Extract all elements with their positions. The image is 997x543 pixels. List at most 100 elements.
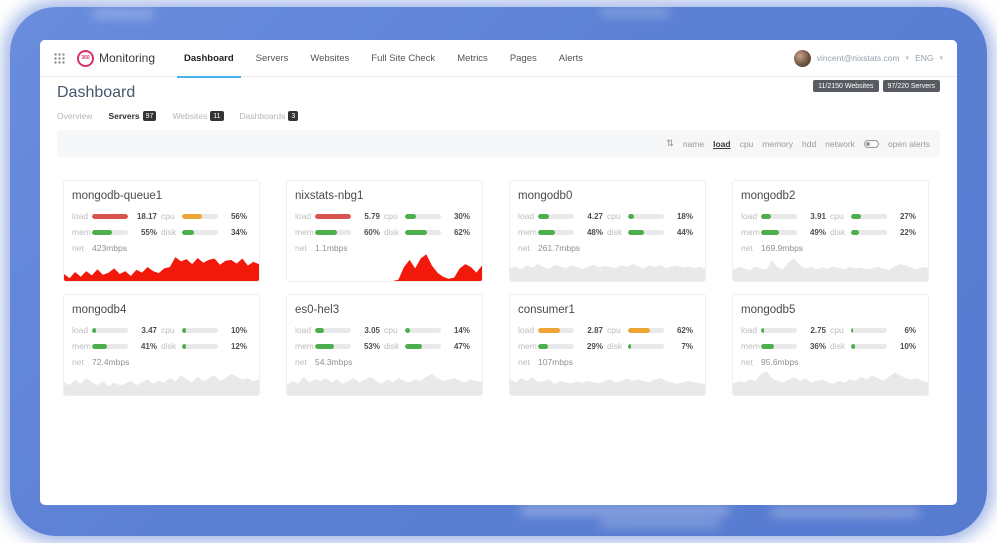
nav-item-metrics[interactable]: Metrics — [446, 40, 499, 77]
nav-item-websites[interactable]: Websites — [299, 40, 360, 77]
servers-count-badge[interactable]: 97/220 Servers — [883, 80, 940, 92]
mem-bar — [92, 230, 128, 235]
disk-value: 7% — [668, 342, 693, 351]
tab-label: Websites — [172, 111, 207, 121]
disk-value: 44% — [668, 228, 693, 237]
cpu-bar — [405, 214, 441, 219]
server-name: mongodb2 — [733, 181, 928, 202]
light-streak — [770, 508, 920, 517]
open-alerts-toggle[interactable] — [864, 140, 879, 148]
cpu-label: cpu — [830, 325, 847, 335]
sort-by-cpu[interactable]: cpu — [740, 139, 754, 149]
nav-item-alerts[interactable]: Alerts — [548, 40, 594, 77]
load-label: load — [295, 325, 311, 335]
tab-websites[interactable]: Websites 11 — [172, 111, 223, 121]
sort-by-name[interactable]: name — [683, 139, 704, 149]
server-metrics: load 2.75 cpu 6% mem 36% disk 10% net 95… — [741, 325, 916, 367]
cpu-value: 14% — [445, 326, 470, 335]
mem-value: 60% — [355, 228, 380, 237]
nav-item-servers[interactable]: Servers — [245, 40, 300, 77]
sort-by-load[interactable]: load — [713, 139, 730, 149]
websites-count-badge[interactable]: 11/2150 Websites — [813, 80, 878, 92]
load-label: load — [295, 211, 311, 221]
open-alerts-label[interactable]: open alerts — [888, 139, 930, 149]
disk-bar — [182, 344, 218, 349]
disk-label: disk — [161, 227, 178, 237]
server-card[interactable]: mongodb0 load 4.27 cpu 18% mem 48% disk … — [509, 180, 706, 282]
sparkline-chart — [64, 365, 259, 395]
server-card[interactable]: mongodb4 load 3.47 cpu 10% mem 41% disk … — [63, 294, 260, 396]
cpu-bar — [851, 328, 887, 333]
load-bar — [538, 328, 574, 333]
disk-bar — [851, 344, 887, 349]
server-card[interactable]: mongodb5 load 2.75 cpu 6% mem 36% disk 1… — [732, 294, 929, 396]
server-metrics: load 4.27 cpu 18% mem 48% disk 44% net 2… — [518, 211, 693, 253]
load-label: load — [518, 325, 534, 335]
nav-item-pages[interactable]: Pages — [499, 40, 548, 77]
load-bar — [315, 214, 351, 219]
user-avatar[interactable] — [794, 50, 811, 67]
load-bar — [538, 214, 574, 219]
load-value: 2.87 — [578, 326, 603, 335]
server-card[interactable]: mongodb2 load 3.91 cpu 27% mem 49% disk … — [732, 180, 929, 282]
disk-label: disk — [384, 341, 401, 351]
server-card[interactable]: mongodb-queue1 load 18.17 cpu 56% mem 55… — [63, 180, 260, 282]
nav-item-dashboard[interactable]: Dashboard — [173, 40, 245, 77]
server-name: es0-hel3 — [287, 295, 482, 316]
page-title: Dashboard — [57, 84, 135, 102]
server-name: mongodb4 — [64, 295, 259, 316]
chevron-down-icon: ▾ — [939, 54, 943, 62]
top-navbar: 360 Monitoring Dashboard Servers Website… — [40, 40, 957, 77]
load-label: load — [72, 325, 88, 335]
tab-dashboards[interactable]: Dashboards 3 — [240, 111, 299, 121]
mem-value: 49% — [801, 228, 826, 237]
dashboard-tabs: Overview Servers 97 Websites 11 Dashboar… — [57, 111, 298, 121]
sort-by-network[interactable]: network — [825, 139, 855, 149]
cpu-value: 27% — [891, 212, 916, 221]
sparkline-chart — [287, 365, 482, 395]
brand-logo-icon[interactable]: 360 — [77, 50, 94, 67]
cpu-label: cpu — [161, 325, 178, 335]
server-card[interactable]: consumer1 load 2.87 cpu 62% mem 29% disk… — [509, 294, 706, 396]
disk-value: 10% — [891, 342, 916, 351]
load-label: load — [518, 211, 534, 221]
cpu-label: cpu — [161, 211, 178, 221]
language-select[interactable]: ENG — [915, 53, 933, 63]
mem-bar — [315, 230, 351, 235]
tab-servers[interactable]: Servers 97 — [108, 111, 156, 121]
server-metrics: load 3.47 cpu 10% mem 41% disk 12% net 7… — [72, 325, 247, 367]
tab-count-badge: 97 — [143, 111, 157, 121]
brand-name[interactable]: Monitoring — [99, 51, 155, 65]
tab-overview[interactable]: Overview — [57, 111, 92, 121]
cpu-value: 62% — [668, 326, 693, 335]
nav-item-full-site-check[interactable]: Full Site Check — [360, 40, 446, 77]
mem-label: mem — [518, 341, 534, 351]
load-value: 3.47 — [132, 326, 157, 335]
mem-bar — [92, 344, 128, 349]
cpu-value: 10% — [222, 326, 247, 335]
light-streak — [600, 520, 720, 527]
cpu-bar — [851, 214, 887, 219]
disk-value: 62% — [445, 228, 470, 237]
server-card[interactable]: es0-hel3 load 3.05 cpu 14% mem 53% disk … — [286, 294, 483, 396]
server-card[interactable]: nixstats-nbg1 load 5.79 cpu 30% mem 60% … — [286, 180, 483, 282]
disk-bar — [851, 230, 887, 235]
user-menu[interactable]: vincent@nixstats.com — [817, 53, 900, 63]
sort-by-memory[interactable]: memory — [762, 139, 793, 149]
cpu-label: cpu — [830, 211, 847, 221]
sparkline-chart — [733, 365, 928, 395]
apps-grid-icon[interactable] — [54, 53, 65, 64]
mem-value: 36% — [801, 342, 826, 351]
sort-by-hdd[interactable]: hdd — [802, 139, 816, 149]
cpu-bar — [405, 328, 441, 333]
load-value: 3.91 — [801, 212, 826, 221]
chevron-down-icon: ▾ — [906, 54, 910, 62]
mem-value: 55% — [132, 228, 157, 237]
load-label: load — [741, 325, 757, 335]
tab-count-badge: 3 — [288, 111, 298, 121]
cpu-bar — [182, 328, 218, 333]
mem-bar — [761, 344, 797, 349]
cpu-value: 18% — [668, 212, 693, 221]
mem-label: mem — [741, 341, 757, 351]
disk-value: 22% — [891, 228, 916, 237]
